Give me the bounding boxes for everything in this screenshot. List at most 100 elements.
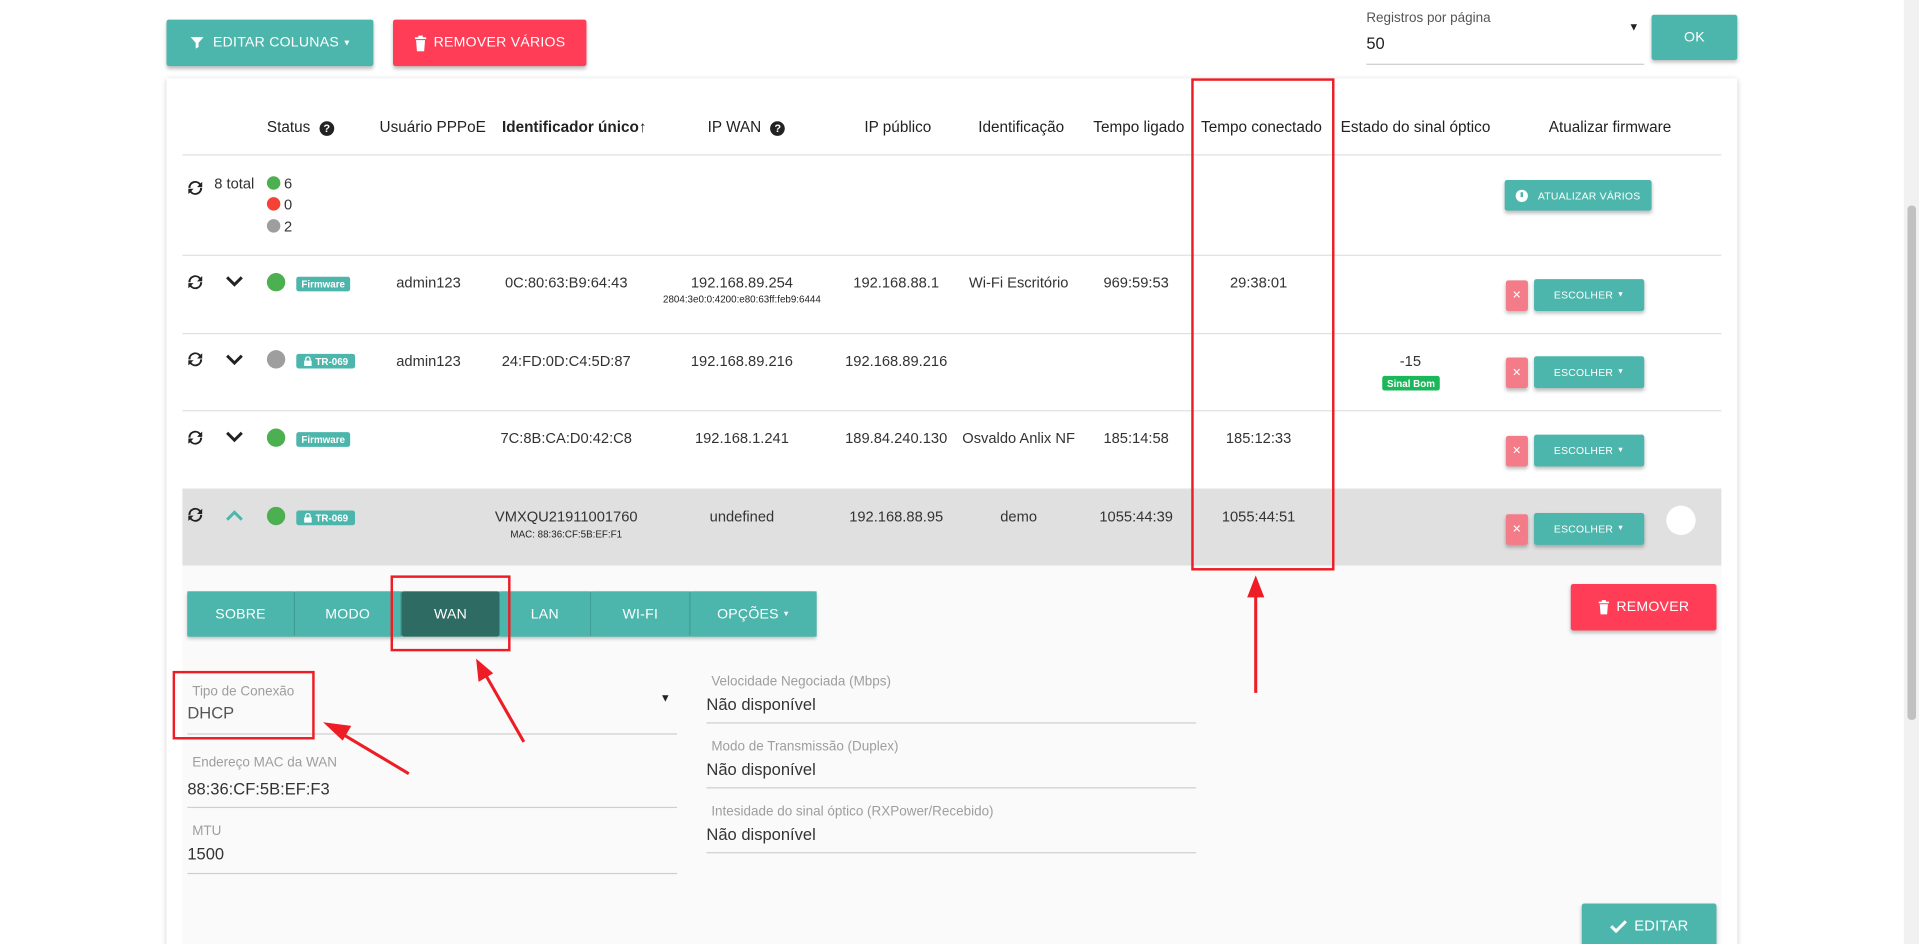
remove-button[interactable]: REMOVER (1570, 583, 1717, 631)
identification: Wi-Fi Escritório (968, 274, 1069, 292)
remove-many-label: REMOVER VÁRIOS (433, 35, 566, 51)
tab-lan[interactable]: LAN (499, 591, 592, 637)
update-many-label: ATUALIZAR VÁRIOS (1537, 189, 1641, 202)
header-uptime[interactable]: Tempo ligado (1093, 119, 1184, 136)
pppoe-user: admin123 (396, 274, 461, 292)
field-underline (187, 872, 678, 875)
duplex-value: Não disponível (706, 760, 816, 779)
unique-id: 7C:8B:CA:D0:42:C8 (500, 429, 632, 447)
refresh-icon[interactable] (185, 349, 206, 370)
annotation-box-wan-tab (390, 575, 511, 652)
header-public-ip[interactable]: IP público (864, 119, 931, 136)
caret-down-icon: ▼ (1616, 446, 1625, 455)
tab-options[interactable]: OPÇÕES ▼ (690, 591, 817, 637)
wan-mac-label: Endereço MAC da WAN (192, 755, 337, 771)
choose-button[interactable]: ESCOLHER ▼ (1534, 356, 1645, 389)
refresh-icon[interactable] (185, 272, 206, 293)
edit-button[interactable]: EDITAR (1581, 903, 1717, 944)
header-status[interactable]: Status ? (267, 119, 335, 136)
edit-columns-button[interactable]: EDITAR COLUNAS ▼ (166, 19, 374, 67)
chevron-down-icon: ▼ (659, 691, 671, 704)
row-divider (182, 333, 1722, 335)
header-pppoe-user[interactable]: Usuário PPPoE (380, 119, 486, 136)
firmware-badge: Firmware (296, 276, 351, 292)
header-divider (182, 154, 1722, 156)
status-dot-online (266, 506, 286, 526)
chevron-down-icon[interactable] (225, 275, 243, 287)
header-identification[interactable]: Identificação (978, 119, 1064, 136)
status-dot-online (266, 273, 286, 292)
refresh-icon[interactable] (185, 504, 206, 525)
signal-good-badge: Sinal Bom (1382, 375, 1440, 391)
ip-wan-v6: 2804:3e0:0:4200:e80:63ff:feb9:6444 (663, 293, 821, 305)
unique-id: VMXQU21911001760 (494, 508, 638, 526)
unknown-count: 2 (284, 217, 293, 236)
choose-button[interactable]: ESCOLHER ▼ (1534, 279, 1645, 311)
wan-mac-value: 88:36:CF:5B:EF:F3 (187, 779, 330, 799)
annotation-box-connection-type (172, 670, 315, 740)
page-root: EDITAR COLUNAS ▼ REMOVER VÁRIOS Registro… (0, 0, 1919, 944)
total-count: 8 total (214, 175, 255, 193)
tr069-badge: TR-069 (296, 353, 356, 369)
row-divider (182, 254, 1722, 256)
chevron-down-icon[interactable] (225, 431, 243, 443)
ok-button[interactable]: OK (1651, 14, 1738, 60)
tr069-badge: TR-069 (296, 510, 356, 526)
identification: Osvaldo Anlix NF (962, 429, 1075, 447)
filter-icon (190, 37, 204, 49)
table-row-selected[interactable] (182, 488, 1722, 566)
unique-id: 24:FD:0D:C4:5D:87 (501, 352, 631, 370)
firmware-badge: Firmware (296, 432, 351, 447)
clock-icon (1515, 189, 1529, 202)
public-ip: 192.168.88.95 (849, 508, 944, 526)
row-divider (182, 410, 1722, 412)
refresh-icon[interactable] (185, 178, 206, 199)
per-page-select[interactable]: Registros por página 50 ▼ (1366, 10, 1645, 65)
remove-label: REMOVER (1616, 599, 1690, 615)
update-many-button[interactable]: ATUALIZAR VÁRIOS (1504, 179, 1652, 211)
lock-icon (303, 356, 312, 366)
choose-button[interactable]: ESCOLHER ▼ (1534, 512, 1645, 545)
ip-wan: undefined (709, 508, 775, 526)
header-unique-id[interactable]: Identificador único↑ (502, 119, 647, 136)
caret-down-icon: ▼ (1616, 291, 1625, 299)
select-toggle[interactable] (1666, 505, 1696, 536)
scrollbar-thumb[interactable] (1907, 205, 1917, 720)
unknown-dot (266, 219, 281, 233)
offline-count: 0 (284, 195, 293, 214)
tab-sobre[interactable]: SOBRE (187, 591, 296, 637)
close-button[interactable]: ✕ (1505, 435, 1528, 467)
edit-label: EDITAR (1634, 917, 1689, 935)
chevron-down-icon: ▼ (1628, 20, 1640, 34)
chevron-up-icon[interactable] (225, 509, 243, 521)
status-dot-unknown (266, 350, 286, 369)
choose-button[interactable]: ESCOLHER ▼ (1534, 434, 1645, 467)
help-icon: ? (770, 121, 786, 136)
header-optical-signal[interactable]: Estado do sinal óptico (1341, 119, 1491, 136)
public-ip: 192.168.89.216 (845, 352, 948, 370)
identification: demo (1000, 508, 1038, 526)
edit-columns-label: EDITAR COLUNAS (212, 35, 339, 51)
check-icon (1609, 919, 1627, 933)
caret-down-icon: ▼ (1616, 525, 1625, 533)
close-button[interactable]: ✕ (1505, 514, 1528, 545)
close-button[interactable]: ✕ (1505, 280, 1528, 311)
unique-id: 0C:80:63:B9:64:43 (504, 274, 628, 292)
remove-many-button[interactable]: REMOVER VÁRIOS (393, 19, 587, 67)
tab-wifi[interactable]: WI-FI (591, 591, 691, 637)
refresh-icon[interactable] (185, 427, 206, 448)
close-button[interactable]: ✕ (1505, 357, 1528, 389)
negotiated-speed-label: Velocidade Negociada (Mbps) (711, 674, 892, 690)
header-update-firmware: Atualizar firmware (1548, 118, 1672, 136)
offline-dot (266, 197, 281, 211)
ok-label: OK (1684, 29, 1705, 45)
optical-power-label: Intesidade do sinal óptico (RXPower/Rece… (711, 804, 994, 820)
mtu-label: MTU (192, 823, 222, 839)
field-underline (706, 722, 1197, 724)
chevron-down-icon[interactable] (225, 354, 243, 366)
help-icon: ? (319, 121, 335, 136)
caret-down-icon: ▼ (342, 38, 352, 48)
ip-wan: 192.168.1.241 (694, 429, 789, 447)
tab-modo[interactable]: MODO (295, 591, 402, 637)
header-ip-wan[interactable]: IP WAN ? (708, 119, 786, 136)
